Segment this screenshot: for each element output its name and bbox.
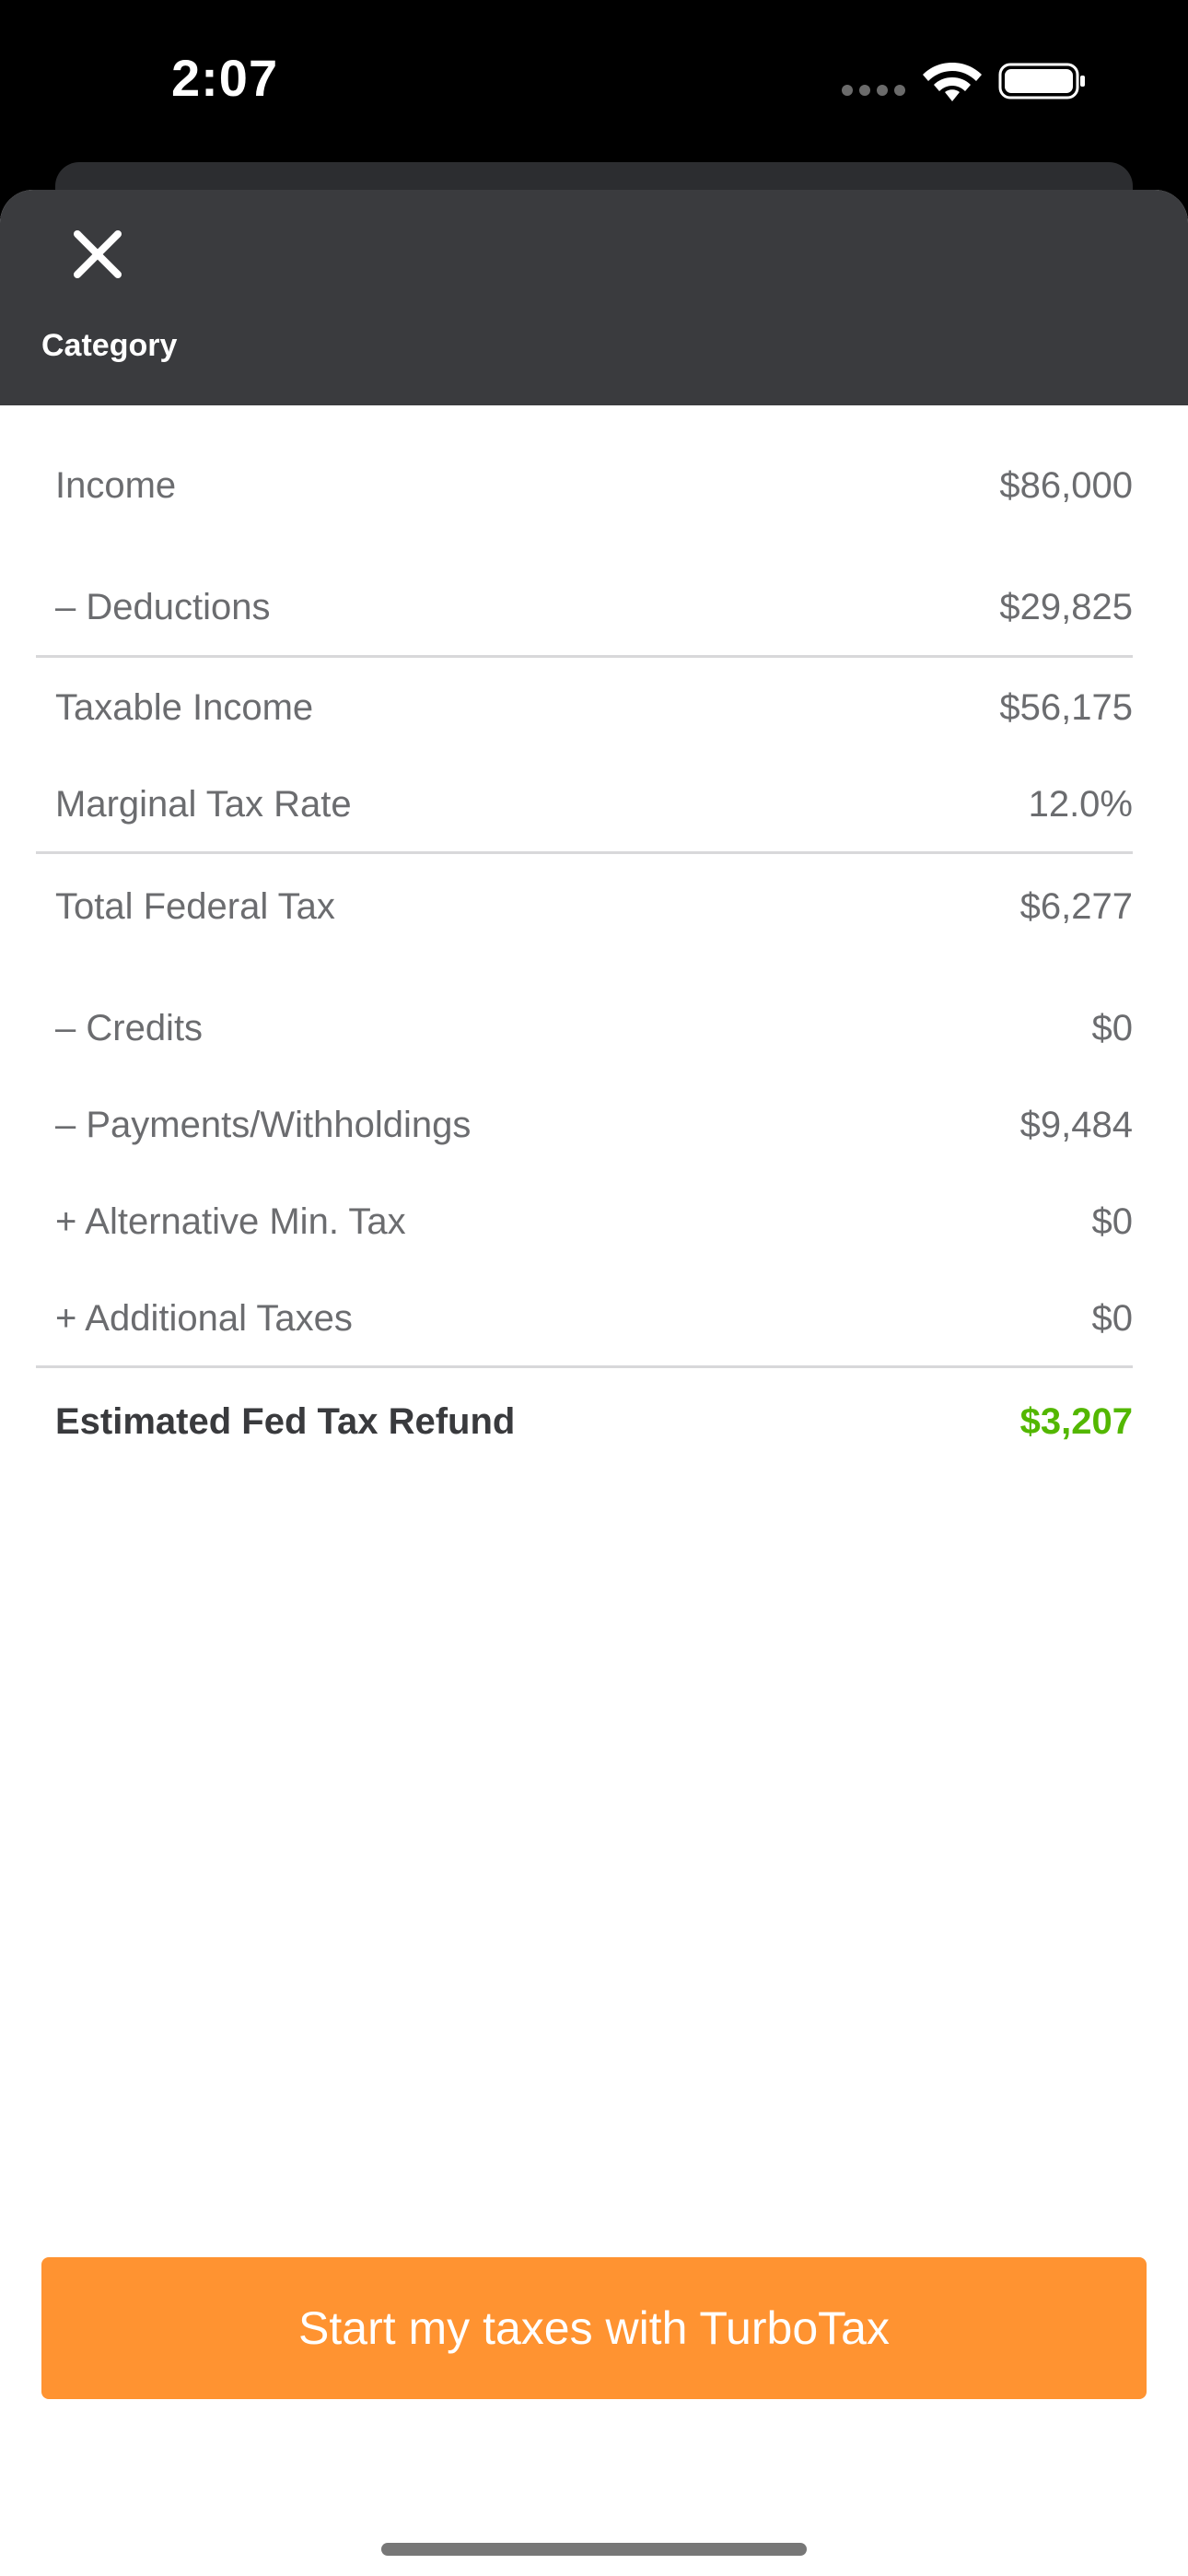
row-label: Marginal Tax Rate (55, 783, 352, 825)
close-icon (74, 230, 122, 278)
close-button[interactable] (59, 216, 136, 293)
row-value: $0 (1091, 1297, 1134, 1339)
row-income: Income $86,000 (55, 458, 1133, 513)
row-label: Taxable Income (55, 686, 314, 728)
row-total-federal-tax: Total Federal Tax $6,277 (55, 879, 1133, 934)
row-value: 12.0% (1028, 783, 1133, 825)
row-label: + Additional Taxes (55, 1297, 353, 1339)
divider (36, 655, 1133, 658)
divider (36, 1365, 1133, 1368)
refund-value: $3,207 (1019, 1400, 1133, 1442)
row-label: + Alternative Min. Tax (55, 1200, 406, 1242)
row-value: $6,277 (1019, 885, 1133, 927)
row-value: $9,484 (1019, 1104, 1133, 1145)
cellular-signal-icon (842, 85, 906, 98)
row-label: Total Federal Tax (55, 885, 335, 927)
refund-label: Estimated Fed Tax Refund (55, 1400, 516, 1442)
status-bar: 2:07 (0, 0, 1188, 166)
sheet-header: Category (0, 190, 1188, 405)
row-label: – Payments/Withholdings (55, 1104, 472, 1145)
estimate-sheet: Category Income $86,000 – Deductions $29… (0, 190, 1188, 2576)
row-marginal-tax-rate: Marginal Tax Rate 12.0% (55, 777, 1133, 832)
row-estimated-refund: Estimated Fed Tax Refund $3,207 (55, 1394, 1133, 1449)
header-title: Category (41, 328, 178, 363)
row-value: $0 (1091, 1007, 1134, 1048)
screen: 2:07 Category Income $86,000 – Deduction… (0, 0, 1188, 2576)
row-value: $86,000 (999, 464, 1133, 506)
home-indicator (381, 2543, 807, 2556)
row-deductions: – Deductions $29,825 (55, 580, 1133, 635)
start-taxes-button[interactable]: Start my taxes with TurboTax (41, 2257, 1147, 2399)
row-taxable-income: Taxable Income $56,175 (55, 680, 1133, 735)
row-label: – Credits (55, 1007, 204, 1048)
row-alternative-min-tax: + Alternative Min. Tax $0 (55, 1194, 1133, 1249)
row-label: – Deductions (55, 586, 271, 627)
row-payments-withholdings: – Payments/Withholdings $9,484 (55, 1097, 1133, 1153)
row-additional-taxes: + Additional Taxes $0 (55, 1291, 1133, 1346)
wifi-icon (923, 63, 982, 101)
row-value: $0 (1091, 1200, 1134, 1242)
row-value: $56,175 (999, 686, 1133, 728)
row-credits: – Credits $0 (55, 1001, 1133, 1056)
battery-icon (998, 63, 1085, 100)
divider (36, 851, 1133, 854)
row-value: $29,825 (999, 586, 1133, 627)
status-time: 2:07 (171, 49, 279, 107)
row-label: Income (55, 464, 177, 506)
